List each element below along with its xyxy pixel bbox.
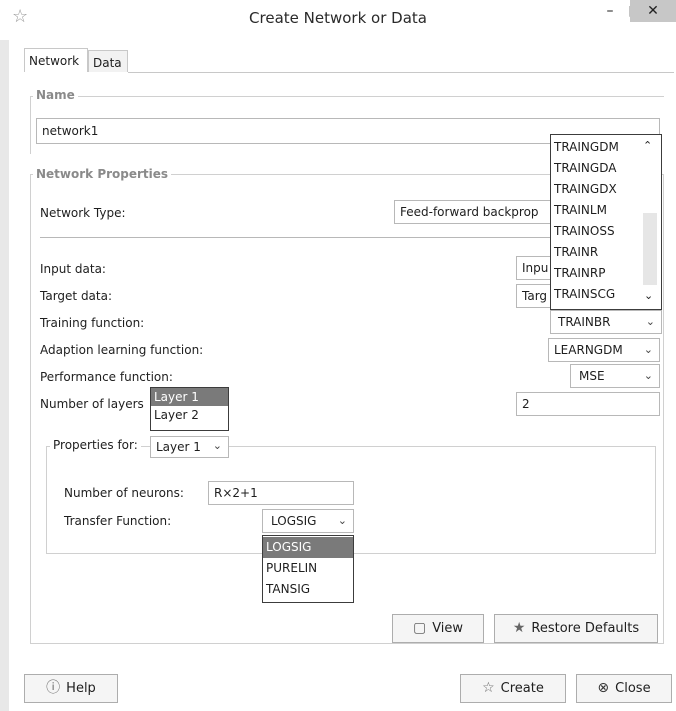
transfer-function-dropdown-list: LOGSIG PURELIN TANSIG [262,535,354,603]
chevron-down-icon: ⌄ [212,439,222,452]
training-function-value: TRAINBR [558,315,611,329]
view-button[interactable]: ▢ View [392,614,484,643]
performance-function-value: MSE [579,369,605,383]
training-function-label: Training function: [40,316,145,330]
transfer-option-logsig[interactable]: LOGSIG [263,537,353,558]
training-option[interactable]: TRAINGDA [551,158,639,179]
number-of-neurons-label: Number of neurons: [64,486,184,500]
chevron-down-icon: ⌄ [643,369,653,382]
training-function-dropdown-list: TRAINGDM TRAINGDA TRAINGDX TRAINLM TRAIN… [550,134,662,310]
number-of-layers-input[interactable]: 2 [516,392,660,416]
network-type-label: Network Type: [40,206,126,220]
performance-function-label: Performance function: [40,370,173,384]
create-button[interactable]: ☆ Create [460,674,566,703]
scroll-down-icon[interactable]: ⌄ [644,289,653,302]
dropdown-scrollbar-thumb[interactable] [643,213,657,285]
title-bar: ☆ Create Network or Data – □ ✕ [0,0,676,36]
number-of-layers-label: Number of layers [40,397,144,411]
tab-data[interactable]: Data [88,50,128,72]
close-window-button[interactable]: ✕ [630,0,676,22]
star-icon: ★ [512,620,526,636]
target-data-label: Target data: [40,289,113,303]
adaption-function-value: LEARNGDM [554,343,623,357]
network-properties-legend: Network Properties [33,167,172,181]
training-option[interactable]: TRAINSCG [551,284,639,305]
close-circle-icon: ⊗ [597,680,610,696]
training-function-select[interactable]: TRAINBR ⌄ [550,310,662,334]
network-type-select[interactable]: Feed-forward backprop [394,200,564,224]
restore-defaults-label: Restore Defaults [531,621,640,636]
left-border [0,40,9,711]
help-button[interactable]: ⓘ Help [24,674,118,703]
create-button-label: Create [500,681,544,696]
properties-for-value: Layer 1 [156,440,201,454]
transfer-option-tansig[interactable]: TANSIG [263,579,353,600]
chevron-down-icon: ⌄ [645,315,655,328]
properties-for-select[interactable]: Layer 1 ⌄ [150,436,229,458]
performance-function-select[interactable]: MSE ⌄ [570,364,660,388]
number-of-neurons-input[interactable]: R×2+1 [208,481,354,505]
close-button-label: Close [615,681,651,696]
training-option[interactable]: TRAINOSS [551,221,639,242]
help-button-label: Help [66,681,96,696]
help-icon: ⓘ [46,680,61,696]
training-option[interactable]: TRAINLM [551,200,639,221]
star-outline-icon: ☆ [482,680,495,696]
layer-option-2[interactable]: Layer 2 [151,406,228,424]
adaption-function-label: Adaption learning function: [40,343,204,357]
chevron-down-icon: ⌄ [643,343,653,356]
layer-dropdown-list: Layer 1 Layer 2 [150,387,229,431]
chevron-down-icon: ⌄ [337,514,347,527]
input-data-label: Input data: [40,262,106,276]
training-option[interactable]: TRAINGDX [551,179,639,200]
view-button-label: View [432,621,464,636]
scroll-up-icon[interactable]: ⌃ [643,139,652,152]
restore-defaults-button[interactable]: ★ Restore Defaults [494,614,658,643]
tab-network[interactable]: Network [24,48,88,72]
transfer-function-label: Transfer Function: [64,514,172,528]
layer-option-1[interactable]: Layer 1 [151,388,228,406]
transfer-option-purelin[interactable]: PURELIN [263,558,353,579]
window-title: Create Network or Data [249,9,427,27]
window-icon: ▢ [412,620,427,636]
tab-divider [128,72,674,73]
transfer-function-select[interactable]: LOGSIG ⌄ [262,509,354,533]
training-option[interactable]: TRAINRP [551,263,639,284]
adaption-function-select[interactable]: LEARNGDM ⌄ [548,338,660,362]
close-button[interactable]: ⊗ Close [576,674,672,703]
transfer-function-value: LOGSIG [271,514,317,528]
training-option[interactable]: TRAINGDM [551,137,639,158]
properties-for-label: Properties for: [50,438,141,452]
name-legend: Name [33,88,78,102]
training-option[interactable]: TRAINR [551,242,639,263]
